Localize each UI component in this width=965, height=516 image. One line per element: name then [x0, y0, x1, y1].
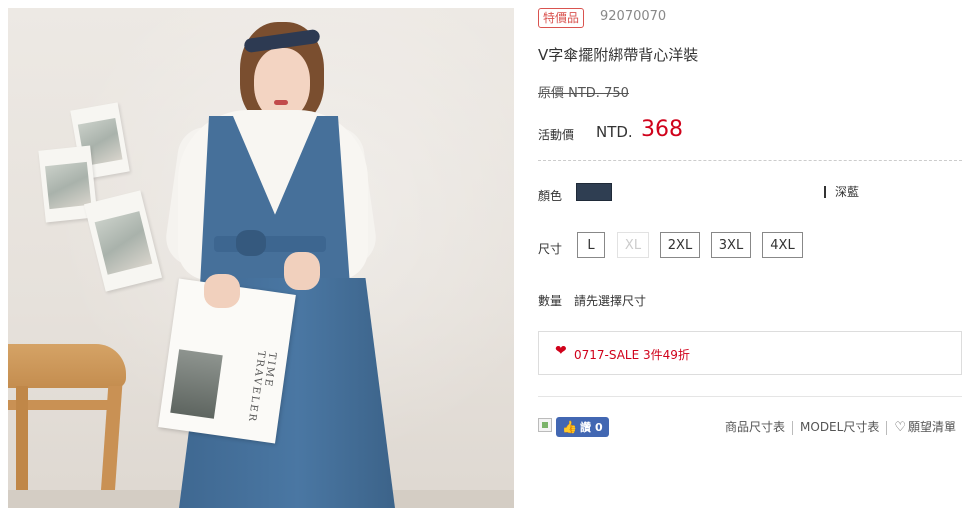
- link-separator: [886, 420, 888, 435]
- size-option-3xl[interactable]: 3XL: [711, 232, 751, 258]
- special-price-badge: 特價品: [538, 8, 585, 28]
- magazine-cover-text: TIME TRAVELER: [245, 349, 278, 424]
- product-sku: 92070070: [600, 9, 667, 24]
- divider: [538, 396, 962, 397]
- sale-price-label: 活動價: [538, 128, 575, 142]
- sale-price: 368: [641, 117, 683, 142]
- dress-bow: [236, 230, 266, 256]
- link-separator: [792, 420, 794, 435]
- product-links: 商品尺寸表 MODEL尺寸表 ♡ 願望清單: [725, 418, 956, 435]
- model-lips: [274, 100, 288, 105]
- selected-color-name: 深藍: [824, 186, 859, 198]
- sale-currency: NTD.: [596, 123, 633, 141]
- model-hand: [284, 252, 320, 290]
- original-price: 原價 NTD. 750: [538, 86, 629, 101]
- size-option-2xl[interactable]: 2XL: [660, 232, 700, 258]
- thumbs-up-icon: 👍: [562, 420, 577, 434]
- wishlist-link[interactable]: 願望清單: [908, 420, 956, 434]
- size-option-l[interactable]: L: [577, 232, 605, 258]
- quantity-label: 數量: [538, 294, 563, 308]
- dress-belt: [214, 236, 326, 252]
- heart-icon: ❤: [555, 343, 567, 359]
- magazine-photo: [170, 349, 223, 419]
- size-chart-link[interactable]: 商品尺寸表: [725, 420, 785, 434]
- product-photo[interactable]: TIME TRAVELER: [8, 8, 514, 508]
- color-label: 顏色: [538, 189, 563, 203]
- promo-banner[interactable]: ❤ 0717-SALE 3件49折: [538, 331, 962, 375]
- like-count: 0: [594, 421, 603, 434]
- facebook-like-button[interactable]: 👍 讚 0: [556, 417, 609, 437]
- product-info-panel: 特價品 92070070 V字傘擺附綁帶背心洋裝 原價 NTD. 750 活動價…: [538, 0, 962, 516]
- model-hand: [204, 274, 240, 308]
- like-label: 讚: [579, 421, 591, 434]
- chair: [8, 344, 126, 388]
- size-option-4xl[interactable]: 4XL: [762, 232, 803, 258]
- size-option-xl: XL: [617, 232, 649, 258]
- model-size-chart-link[interactable]: MODEL尺寸表: [800, 420, 879, 434]
- product-title: V字傘擺附綁帶背心洋裝: [538, 46, 699, 64]
- promo-text[interactable]: 0717-SALE 3件49折: [574, 346, 690, 363]
- broken-image-icon: [538, 418, 552, 432]
- quantity-hint: 請先選擇尺寸: [574, 294, 647, 308]
- heart-outline-icon[interactable]: ♡: [894, 420, 906, 435]
- color-swatch-navy[interactable]: [576, 183, 612, 201]
- divider: [538, 160, 962, 161]
- size-label: 尺寸: [538, 242, 563, 256]
